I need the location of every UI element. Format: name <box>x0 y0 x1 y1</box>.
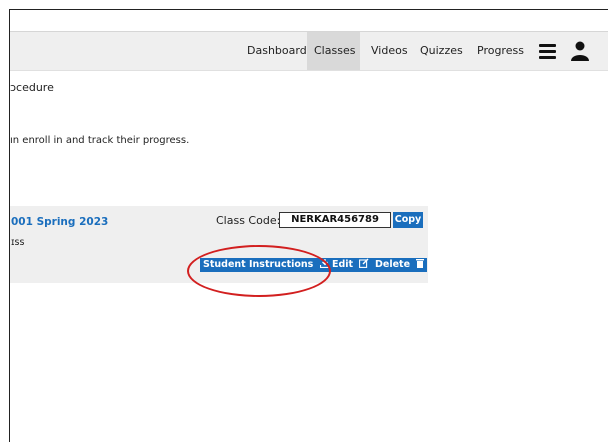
edit-icon <box>359 258 369 268</box>
class-code-field[interactable]: NERKAR456789 <box>279 212 391 228</box>
class-code-label: Class Code: <box>216 214 281 227</box>
page-heading-text: ɔcedure <box>10 81 54 94</box>
nav-classes[interactable]: Classes <box>307 32 360 70</box>
nav-dashboard[interactable]: Dashboard <box>240 32 314 70</box>
edit-label: Edit <box>332 259 354 270</box>
nav-progress[interactable]: Progress <box>470 32 531 70</box>
highlight-annotation <box>187 245 331 297</box>
top-navbar: Dashboard Classes Videos Quizzes Progres… <box>10 31 608 71</box>
nav-videos[interactable]: Videos <box>364 32 415 70</box>
page-description: ın enroll in and track their progress. <box>10 135 190 146</box>
browser-viewport: Dashboard Classes Videos Quizzes Progres… <box>9 9 608 442</box>
class-title-link[interactable]: 001 Spring 2023 <box>11 216 108 228</box>
delete-button[interactable]: Delete <box>372 258 428 272</box>
delete-label: Delete <box>375 259 411 270</box>
class-subtitle: ɪss <box>11 237 25 248</box>
nav-quizzes[interactable]: Quizzes <box>413 32 470 70</box>
user-icon[interactable] <box>571 41 589 61</box>
edit-button[interactable]: Edit <box>329 258 373 272</box>
copy-button[interactable]: Copy <box>393 212 423 228</box>
trash-icon <box>416 259 425 268</box>
hamburger-icon[interactable] <box>539 44 556 59</box>
